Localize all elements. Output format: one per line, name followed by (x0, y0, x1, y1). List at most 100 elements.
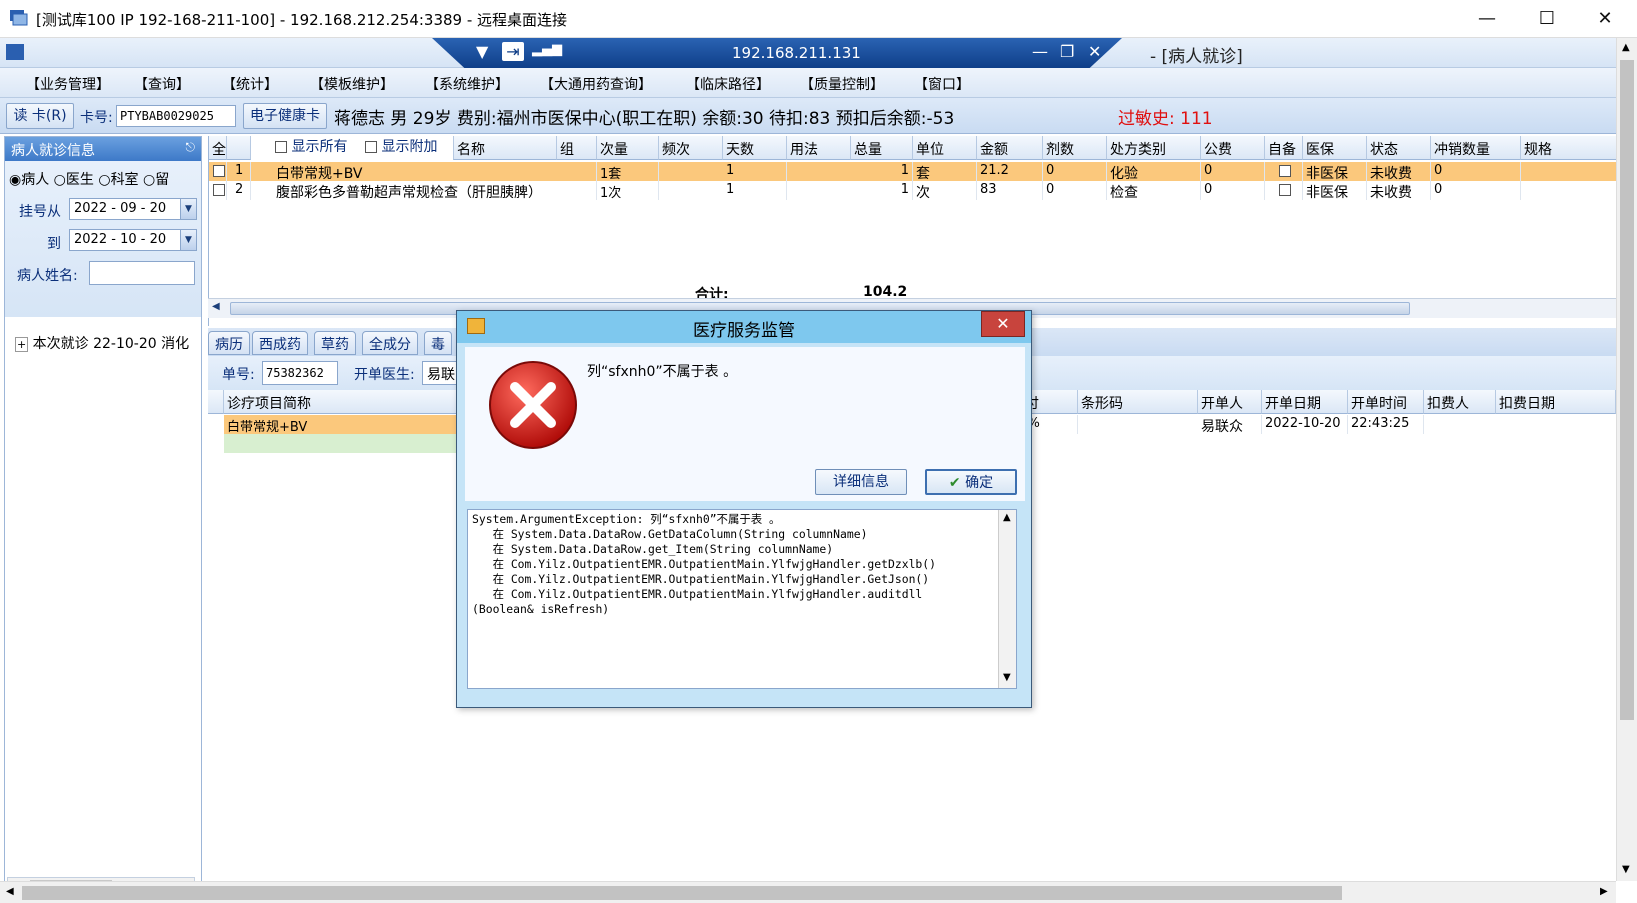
tab-full-ingredient[interactable]: 全成分 (362, 331, 418, 355)
detail-scrollbar[interactable]: ▲ ▼ (998, 510, 1016, 688)
to-date-picker[interactable]: 2022 - 10 - 20 ▼ (69, 229, 197, 251)
col-status[interactable]: 状态 (1367, 136, 1431, 160)
radio-doctor-label[interactable]: 医生 (66, 172, 94, 188)
col-public[interactable]: 公费 (1201, 136, 1265, 160)
details-button[interactable]: 详细信息 (815, 469, 907, 495)
radio-patient-icon[interactable]: ◉ (9, 172, 21, 188)
menu-query[interactable]: 【查询】 (134, 74, 190, 94)
checkbox-icon[interactable] (275, 141, 287, 153)
rdp-close-icon[interactable]: ✕ (1088, 42, 1101, 61)
visit-tree-item[interactable]: + 本次就诊 22-10-20 消化 (15, 333, 189, 353)
col-creator[interactable]: 开单人 (1198, 390, 1262, 414)
rdp-minimize-icon[interactable]: — (1032, 42, 1048, 61)
chevron-down-icon[interactable]: ▼ (180, 230, 196, 250)
scroll-up-icon[interactable]: ▲ (1622, 42, 1630, 53)
col-barcode[interactable]: 条形码 (1078, 390, 1198, 414)
col-all[interactable]: 全 (209, 136, 227, 160)
new-row[interactable] (224, 434, 464, 453)
from-day[interactable]: 20 (150, 201, 167, 216)
radio-stay-label[interactable]: 留 (155, 172, 169, 188)
row-checkbox[interactable] (209, 181, 227, 200)
col-select[interactable] (208, 390, 224, 414)
radio-doctor-icon[interactable]: ○ (54, 172, 66, 188)
scroll-thumb[interactable] (22, 886, 1342, 900)
menu-window[interactable]: 【窗口】 (914, 74, 970, 94)
to-month[interactable]: 10 (120, 232, 137, 247)
col-deduct-date[interactable]: 扣费日期 (1496, 390, 1616, 414)
col-doses[interactable]: 剂数 (1043, 136, 1107, 160)
ok-button[interactable]: ✔ 确定 (925, 469, 1017, 495)
col-rx-type[interactable]: 处方类别 (1107, 136, 1201, 160)
col-name[interactable]: 名称 (453, 136, 557, 160)
rdp-restore-icon[interactable]: ❐ (1060, 42, 1074, 61)
row-checkbox[interactable] (209, 162, 227, 181)
card-number-field[interactable] (116, 105, 236, 127)
col-time[interactable]: 开单时间 (1348, 390, 1424, 414)
radio-dept-label[interactable]: 科室 (111, 172, 139, 188)
show-all-toggle[interactable]: 显示所有 (275, 136, 347, 156)
col-amount[interactable]: 金额 (977, 136, 1043, 160)
table-row[interactable]: 白带常规+BV (224, 415, 464, 434)
to-year[interactable]: 2022 (74, 232, 107, 247)
table-row[interactable]: 1 白带常规+BV 1套 1 1 套 21.2 0 化验 0 非医保 未收费 0 (209, 162, 1617, 181)
show-extra-toggle[interactable]: 显示附加 (365, 136, 437, 156)
checkbox-icon[interactable] (365, 141, 377, 153)
col-item-name[interactable]: 诊疗项目简称 (224, 390, 464, 414)
col-qty[interactable]: 次量 (597, 136, 659, 160)
col-group[interactable]: 组 (557, 136, 597, 160)
order-number-field[interactable] (262, 361, 338, 385)
table-row[interactable]: 2 腹部彩色多普勒超声常规检查（肝胆胰脾） 1次 1 1 次 83 0 检查 0… (209, 181, 1617, 200)
visit-tree-label[interactable]: 本次就诊 22-10-20 消化 (33, 336, 189, 352)
menu-stats[interactable]: 【统计】 (222, 74, 278, 94)
show-extra-label[interactable]: 显示附加 (381, 139, 437, 155)
col-total[interactable]: 总量 (851, 136, 913, 160)
from-month[interactable]: 09 (120, 201, 137, 216)
from-date-picker[interactable]: 2022 - 09 - 20 ▼ (69, 198, 197, 220)
tab-record[interactable]: 病历 (208, 331, 250, 355)
radio-patient-label[interactable]: 病人 (21, 172, 49, 188)
read-card-button[interactable]: 读 卡(R) (6, 103, 74, 129)
col-usage[interactable]: 用法 (787, 136, 851, 160)
menu-template[interactable]: 【模板维护】 (310, 74, 394, 94)
scroll-thumb[interactable] (1620, 60, 1634, 720)
scroll-left-icon[interactable]: ◀ (212, 301, 220, 312)
menu-business[interactable]: 【业务管理】 (26, 74, 110, 94)
table-row-right[interactable]: 20% 易联众 2022-10-20 22:43:25 (988, 415, 1616, 434)
col-unit[interactable]: 单位 (913, 136, 977, 160)
expand-icon[interactable]: + (15, 337, 29, 352)
health-card-button[interactable]: 电子健康卡 (243, 103, 327, 129)
pin-icon[interactable]: ⇥ (502, 42, 524, 61)
pin-dropdown-icon[interactable]: ▼ (476, 42, 488, 61)
col-insurance[interactable]: 医保 (1303, 136, 1367, 160)
rdp-vertical-scrollbar[interactable]: ▲ ▼ (1616, 38, 1637, 881)
scroll-right-icon[interactable]: ▶ (1600, 886, 1608, 897)
tab-western-drug[interactable]: 西成药 (252, 331, 308, 355)
col-days[interactable]: 天数 (723, 136, 787, 160)
col-freq[interactable]: 频次 (659, 136, 723, 160)
to-day[interactable]: 20 (150, 232, 167, 247)
menu-quality[interactable]: 【质量控制】 (800, 74, 884, 94)
rdp-horizontal-scrollbar[interactable]: ◀ ▶ (0, 881, 1616, 903)
show-all-label[interactable]: 显示所有 (291, 139, 347, 155)
dialog-close-icon[interactable]: ✕ (981, 311, 1025, 337)
patient-name-input[interactable] (89, 261, 195, 285)
col-spec[interactable]: 规格 (1521, 136, 1617, 160)
row-own-checkbox[interactable] (1265, 162, 1303, 181)
chevron-down-icon[interactable]: ▼ (180, 199, 196, 219)
tab-more[interactable]: 毒 (424, 331, 452, 355)
radio-dept-icon[interactable]: ○ (98, 172, 110, 188)
row-own-checkbox[interactable] (1265, 181, 1303, 200)
col-own[interactable]: 自备 (1265, 136, 1303, 160)
col-deductor[interactable]: 扣费人 (1424, 390, 1496, 414)
menu-drug-query[interactable]: 【大通用药查询】 (540, 74, 652, 94)
minimize-icon[interactable]: — (1460, 0, 1514, 38)
maximize-icon[interactable]: ☐ (1520, 0, 1574, 38)
scroll-up-icon[interactable]: ▲ (1003, 512, 1011, 523)
scroll-down-icon[interactable]: ▼ (1003, 672, 1011, 683)
tab-herbal[interactable]: 草药 (314, 331, 356, 355)
col-reversal[interactable]: 冲销数量 (1431, 136, 1521, 160)
col-date[interactable]: 开单日期 (1262, 390, 1348, 414)
pin-pane-icon[interactable]: ⎋ (186, 140, 196, 155)
exception-detail-box[interactable]: System.ArgumentException: 列“sfxnh0”不属于表 … (467, 509, 1017, 689)
from-year[interactable]: 2022 (74, 201, 107, 216)
